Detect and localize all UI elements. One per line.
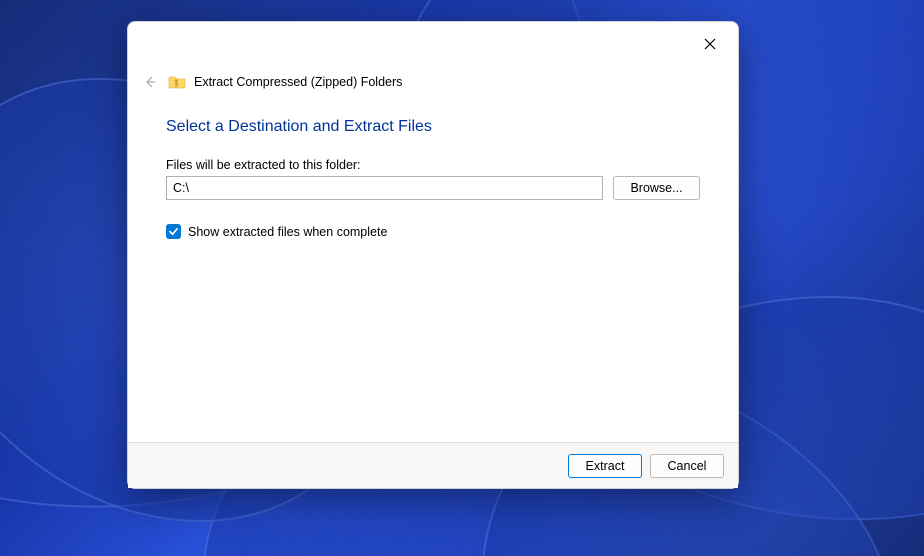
extract-dialog: Extract Compressed (Zipped) Folders Sele… xyxy=(127,21,739,489)
back-arrow-icon xyxy=(142,74,158,90)
path-row: Browse... xyxy=(166,176,700,200)
path-label: Files will be extracted to this folder: xyxy=(166,158,700,172)
back-button[interactable] xyxy=(140,72,160,92)
dialog-footer: Extract Cancel xyxy=(128,442,738,488)
dialog-header: Extract Compressed (Zipped) Folders xyxy=(128,68,738,96)
extract-button[interactable]: Extract xyxy=(568,454,642,478)
browse-button[interactable]: Browse... xyxy=(613,176,700,200)
show-files-checkbox-row: Show extracted files when complete xyxy=(166,224,700,239)
show-files-checkbox-label[interactable]: Show extracted files when complete xyxy=(188,225,387,239)
show-files-checkbox[interactable] xyxy=(166,224,181,239)
titlebar xyxy=(128,22,738,68)
dialog-title: Extract Compressed (Zipped) Folders xyxy=(194,75,402,89)
dialog-content: Select a Destination and Extract Files F… xyxy=(128,96,738,442)
zipped-folder-icon xyxy=(168,73,186,91)
close-button[interactable] xyxy=(690,30,730,58)
close-icon xyxy=(704,38,716,50)
destination-path-input[interactable] xyxy=(166,176,603,200)
checkmark-icon xyxy=(168,226,179,237)
cancel-button[interactable]: Cancel xyxy=(650,454,724,478)
content-heading: Select a Destination and Extract Files xyxy=(166,118,700,136)
